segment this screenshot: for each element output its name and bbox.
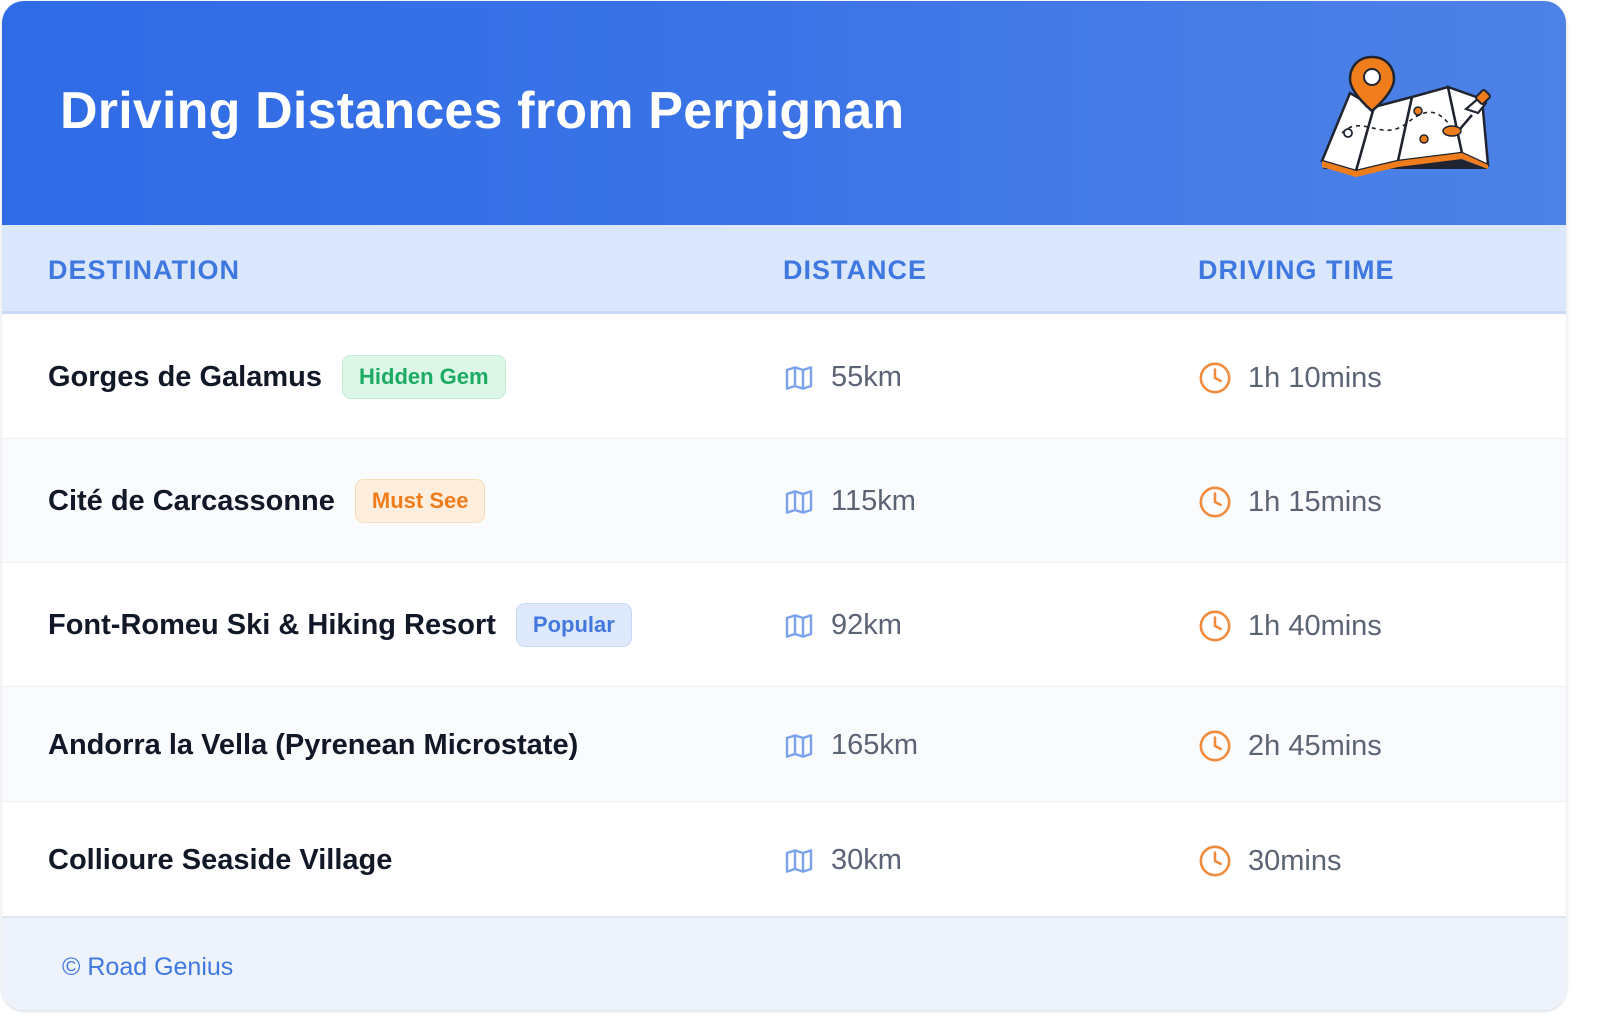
clock-icon <box>1199 486 1231 518</box>
destination-name: Andorra la Vella (Pyrenean Microstate) <box>48 729 579 761</box>
column-header-driving-time[interactable]: DRIVING TIME <box>1198 255 1395 286</box>
footer: © Road Genius <box>2 916 1566 1010</box>
table-header-row: DESTINATION DISTANCE DRIVING TIME <box>2 225 1566 314</box>
distance-value: 30km <box>831 844 902 876</box>
distance-cell: 92km <box>783 609 902 642</box>
header-banner: Driving Distances from Perpignan <box>2 1 1566 225</box>
clock-icon <box>1199 845 1231 877</box>
distance-cell: 165km <box>783 729 918 762</box>
clock-icon <box>1199 730 1231 762</box>
status-badge: Hidden Gem <box>342 355 506 399</box>
distance-cell: 30km <box>783 844 902 877</box>
column-header-destination[interactable]: DESTINATION <box>48 255 240 286</box>
time-cell: 30mins <box>1198 844 1342 878</box>
page-title: Driving Distances from Perpignan <box>60 82 905 140</box>
time-cell: 1h 10mins <box>1198 361 1382 395</box>
time-value: 1h 15mins <box>1248 485 1382 518</box>
table-row[interactable]: Andorra la Vella (Pyrenean Microstate) 1… <box>2 687 1566 802</box>
footer-credit-link[interactable]: © Road Genius <box>62 953 233 982</box>
distance-value: 92km <box>831 609 902 641</box>
map-icon <box>785 848 813 873</box>
map-icon <box>785 365 813 390</box>
table-row[interactable]: Cité de Carcassonne Must See 115km 1h 15… <box>2 439 1566 563</box>
distance-value: 55km <box>831 361 902 393</box>
status-badge: Must See <box>354 479 486 523</box>
distance-value: 165km <box>831 729 919 761</box>
table-row[interactable]: Gorges de Galamus Hidden Gem 55km 1h 10m… <box>2 317 1566 439</box>
time-value: 1h 40mins <box>1248 609 1382 642</box>
distance-cell: 55km <box>783 361 902 394</box>
time-value: 1h 10mins <box>1248 361 1382 394</box>
map-icon <box>785 733 813 758</box>
map-icon <box>785 613 813 638</box>
table-row[interactable]: Font-Romeu Ski & Hiking Resort Popular 9… <box>2 563 1566 687</box>
destination-cell: Cité de Carcassonne Must See <box>48 479 486 523</box>
distance-value: 115km <box>831 485 916 517</box>
map-with-location-pin-icon <box>1320 55 1491 177</box>
destination-name: Gorges de Galamus <box>48 360 322 393</box>
map-icon <box>785 489 813 514</box>
destination-cell: Gorges de Galamus Hidden Gem <box>48 355 506 399</box>
destination-cell: Font-Romeu Ski & Hiking Resort Popular <box>48 603 632 647</box>
destination-name: Cité de Carcassonne <box>48 484 335 517</box>
destination-cell: Andorra la Vella (Pyrenean Microstate) <box>48 729 578 762</box>
time-cell: 2h 45mins <box>1198 729 1382 763</box>
clock-icon <box>1199 362 1231 394</box>
destination-name: Font-Romeu Ski & Hiking Resort <box>48 608 496 641</box>
destination-cell: Collioure Seaside Village <box>48 844 392 877</box>
clock-icon <box>1199 610 1231 642</box>
table-row[interactable]: Collioure Seaside Village 30km 30mins <box>2 802 1566 916</box>
distance-cell: 115km <box>783 485 916 518</box>
column-header-distance[interactable]: DISTANCE <box>783 255 927 286</box>
time-value: 30mins <box>1248 844 1342 877</box>
status-badge: Popular <box>515 603 632 647</box>
destination-name: Collioure Seaside Village <box>48 844 393 876</box>
distance-table-card: Driving Distances from Perpignan DESTINA… <box>2 1 1566 1010</box>
time-value: 2h 45mins <box>1248 729 1382 762</box>
time-cell: 1h 40mins <box>1198 609 1382 643</box>
time-cell: 1h 15mins <box>1198 485 1382 519</box>
